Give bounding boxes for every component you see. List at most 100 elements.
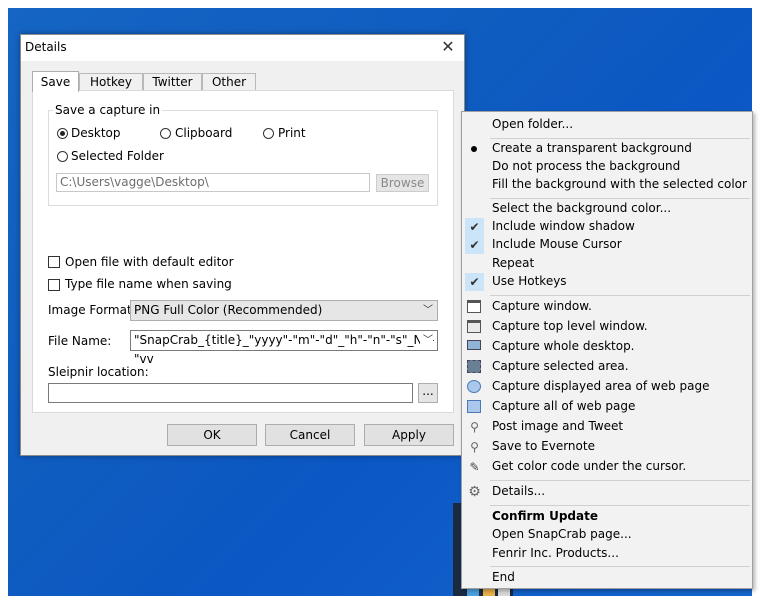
taskbar-app-icon[interactable] [467, 589, 479, 596]
menu-item-label: Confirm Update [492, 509, 598, 523]
menu-item-label: End [492, 570, 515, 584]
menu-item-label: Open folder... [492, 117, 574, 131]
tab-other[interactable]: Other [202, 73, 256, 91]
menu-item-transparent-background[interactable]: Create a transparent background [462, 139, 752, 159]
top-window-icon [467, 320, 481, 333]
menu-item-capture-all-web-page[interactable]: Capture all of web page [462, 397, 752, 417]
menu-item-label: Details... [492, 484, 546, 498]
menu-item-fill-background[interactable]: Fill the background with the selected co… [462, 175, 752, 195]
image-format-label: Image Format: [48, 303, 136, 317]
menu-item-label: Capture window. [492, 299, 592, 313]
open-with-editor-checkbox[interactable] [48, 256, 60, 268]
tab-twitter[interactable]: Twitter [143, 73, 202, 91]
menu-item-include-mouse-cursor[interactable]: ✔ Include Mouse Cursor [462, 235, 752, 255]
menu-item-capture-window[interactable]: Capture window. [462, 297, 752, 317]
menu-item-label: Repeat [492, 256, 535, 270]
title-bar[interactable]: Details ✕ [21, 35, 464, 61]
type-name-checkbox[interactable] [48, 279, 60, 291]
menu-item-open-snapcrab-page[interactable]: Open SnapCrab page... [462, 525, 752, 545]
menu-item-label: Save to Evernote [492, 439, 595, 453]
tab-save[interactable]: Save [32, 71, 79, 92]
radio-clipboard-label[interactable]: Clipboard [175, 126, 232, 140]
file-name-combobox[interactable]: "SnapCrab_{title}_"yyyy"-"m"-"d"_"h"-"n"… [130, 330, 438, 366]
menu-item-label: Do not process the background [492, 159, 681, 173]
menu-item-include-window-shadow[interactable]: ✔ Include window shadow [462, 217, 752, 237]
menu-item-label: Capture whole desktop. [492, 339, 635, 353]
menu-item-open-folder[interactable]: Open folder... [462, 115, 752, 135]
menu-item-post-image-tweet[interactable]: ⚲ Post image and Tweet [462, 417, 752, 437]
menu-separator [490, 566, 750, 567]
close-icon[interactable]: ✕ [438, 37, 458, 57]
dialog-title: Details [25, 40, 67, 54]
ok-button[interactable]: OK [167, 424, 257, 446]
menu-separator [490, 480, 750, 481]
menu-item-label: Select the background color... [492, 201, 672, 215]
folder-path-input[interactable]: C:\Users\vagge\Desktop\ [56, 173, 370, 192]
menu-item-label: Post image and Tweet [492, 419, 624, 433]
gear-icon: ⚙ [468, 484, 481, 500]
cancel-button[interactable]: Cancel [265, 424, 355, 446]
checkmark-icon: ✔ [469, 275, 480, 289]
menu-item-no-process-background[interactable]: Do not process the background [462, 157, 752, 177]
evernote-icon: ⚲ [470, 440, 479, 454]
checkmark-icon: ✔ [469, 238, 480, 252]
radio-selected-folder[interactable] [57, 151, 68, 162]
menu-item-label: Capture top level window. [492, 319, 648, 333]
menu-item-label: Capture all of web page [492, 399, 636, 413]
menu-item-capture-displayed-web-area[interactable]: Capture displayed area of web page [462, 377, 752, 397]
menu-item-label: Use Hotkeys [492, 274, 567, 288]
selection-icon [467, 360, 481, 373]
menu-item-label: Open SnapCrab page... [492, 527, 632, 541]
menu-item-repeat[interactable]: Repeat [462, 254, 752, 274]
radio-desktop-label[interactable]: Desktop [71, 126, 121, 140]
menu-item-label: Fill the background with the selected co… [492, 177, 747, 191]
menu-separator [490, 505, 750, 506]
menu-item-confirm-update[interactable]: Confirm Update [462, 507, 752, 527]
menu-item-save-to-evernote[interactable]: ⚲ Save to Evernote [462, 437, 752, 457]
radio-print-label[interactable]: Print [278, 126, 306, 140]
open-with-editor-label[interactable]: Open file with default editor [65, 255, 234, 269]
chevron-down-icon: ﹀ [423, 305, 433, 316]
sleipnir-browse-button[interactable]: ... [418, 383, 438, 403]
checkmark-icon: ✔ [469, 220, 480, 234]
radio-selected-folder-label[interactable]: Selected Folder [71, 149, 164, 163]
save-location-group: Save a capture in Desktop Clipboard Prin… [48, 103, 438, 206]
menu-item-capture-selected-area[interactable]: Capture selected area. [462, 357, 752, 377]
menu-item-use-hotkeys[interactable]: ✔ Use Hotkeys [462, 272, 752, 292]
menu-item-details[interactable]: ⚙ Details... [462, 482, 752, 502]
menu-item-label: Capture displayed area of web page [492, 379, 710, 393]
menu-item-label: Capture selected area. [492, 359, 629, 373]
menu-separator [490, 295, 750, 296]
menu-item-get-color-code[interactable]: ✎ Get color code under the cursor. [462, 457, 752, 477]
radio-clipboard[interactable] [160, 128, 171, 139]
menu-item-capture-whole-desktop[interactable]: Capture whole desktop. [462, 337, 752, 357]
full-web-page-icon [467, 400, 481, 413]
tweet-icon: ⚲ [470, 420, 479, 434]
menu-item-select-background-color[interactable]: Select the background color... [462, 199, 752, 219]
file-name-value: "SnapCrab_{title}_"yyyy"-"m"-"d"_"h"-"n"… [134, 333, 435, 366]
taskbar-app-icon[interactable] [498, 589, 510, 596]
sleipnir-location-input[interactable] [48, 383, 413, 403]
file-name-label: File Name: [48, 334, 112, 348]
tab-hotkey[interactable]: Hotkey [79, 73, 143, 91]
details-dialog: Details ✕ Save Hotkey Twitter Other Save… [20, 34, 465, 456]
menu-item-label: Get color code under the cursor. [492, 459, 687, 473]
snapcrab-context-menu: Open folder... Create a transparent back… [461, 111, 753, 589]
taskbar-app-icon[interactable] [483, 589, 495, 596]
menu-item-end[interactable]: End [462, 568, 752, 588]
radio-desktop[interactable] [57, 128, 68, 139]
save-tab-panel: Save a capture in Desktop Clipboard Prin… [32, 90, 454, 413]
apply-button[interactable]: Apply [364, 424, 454, 446]
menu-item-fenrir-products[interactable]: Fenrir Inc. Products... [462, 544, 752, 564]
monitor-icon [467, 340, 481, 350]
image-format-select[interactable]: PNG Full Color (Recommended) ﹀ [130, 300, 438, 321]
chevron-down-icon: ﹀ [420, 331, 433, 350]
browse-button[interactable]: Browse [376, 174, 429, 192]
image-format-value: PNG Full Color (Recommended) [134, 303, 323, 317]
menu-item-label: Create a transparent background [492, 141, 692, 155]
radio-print[interactable] [263, 128, 274, 139]
menu-item-capture-top-level-window[interactable]: Capture top level window. [462, 317, 752, 337]
menu-item-label: Include Mouse Cursor [492, 237, 622, 251]
menu-item-label: Fenrir Inc. Products... [492, 546, 619, 560]
type-name-label[interactable]: Type file name when saving [65, 277, 232, 291]
